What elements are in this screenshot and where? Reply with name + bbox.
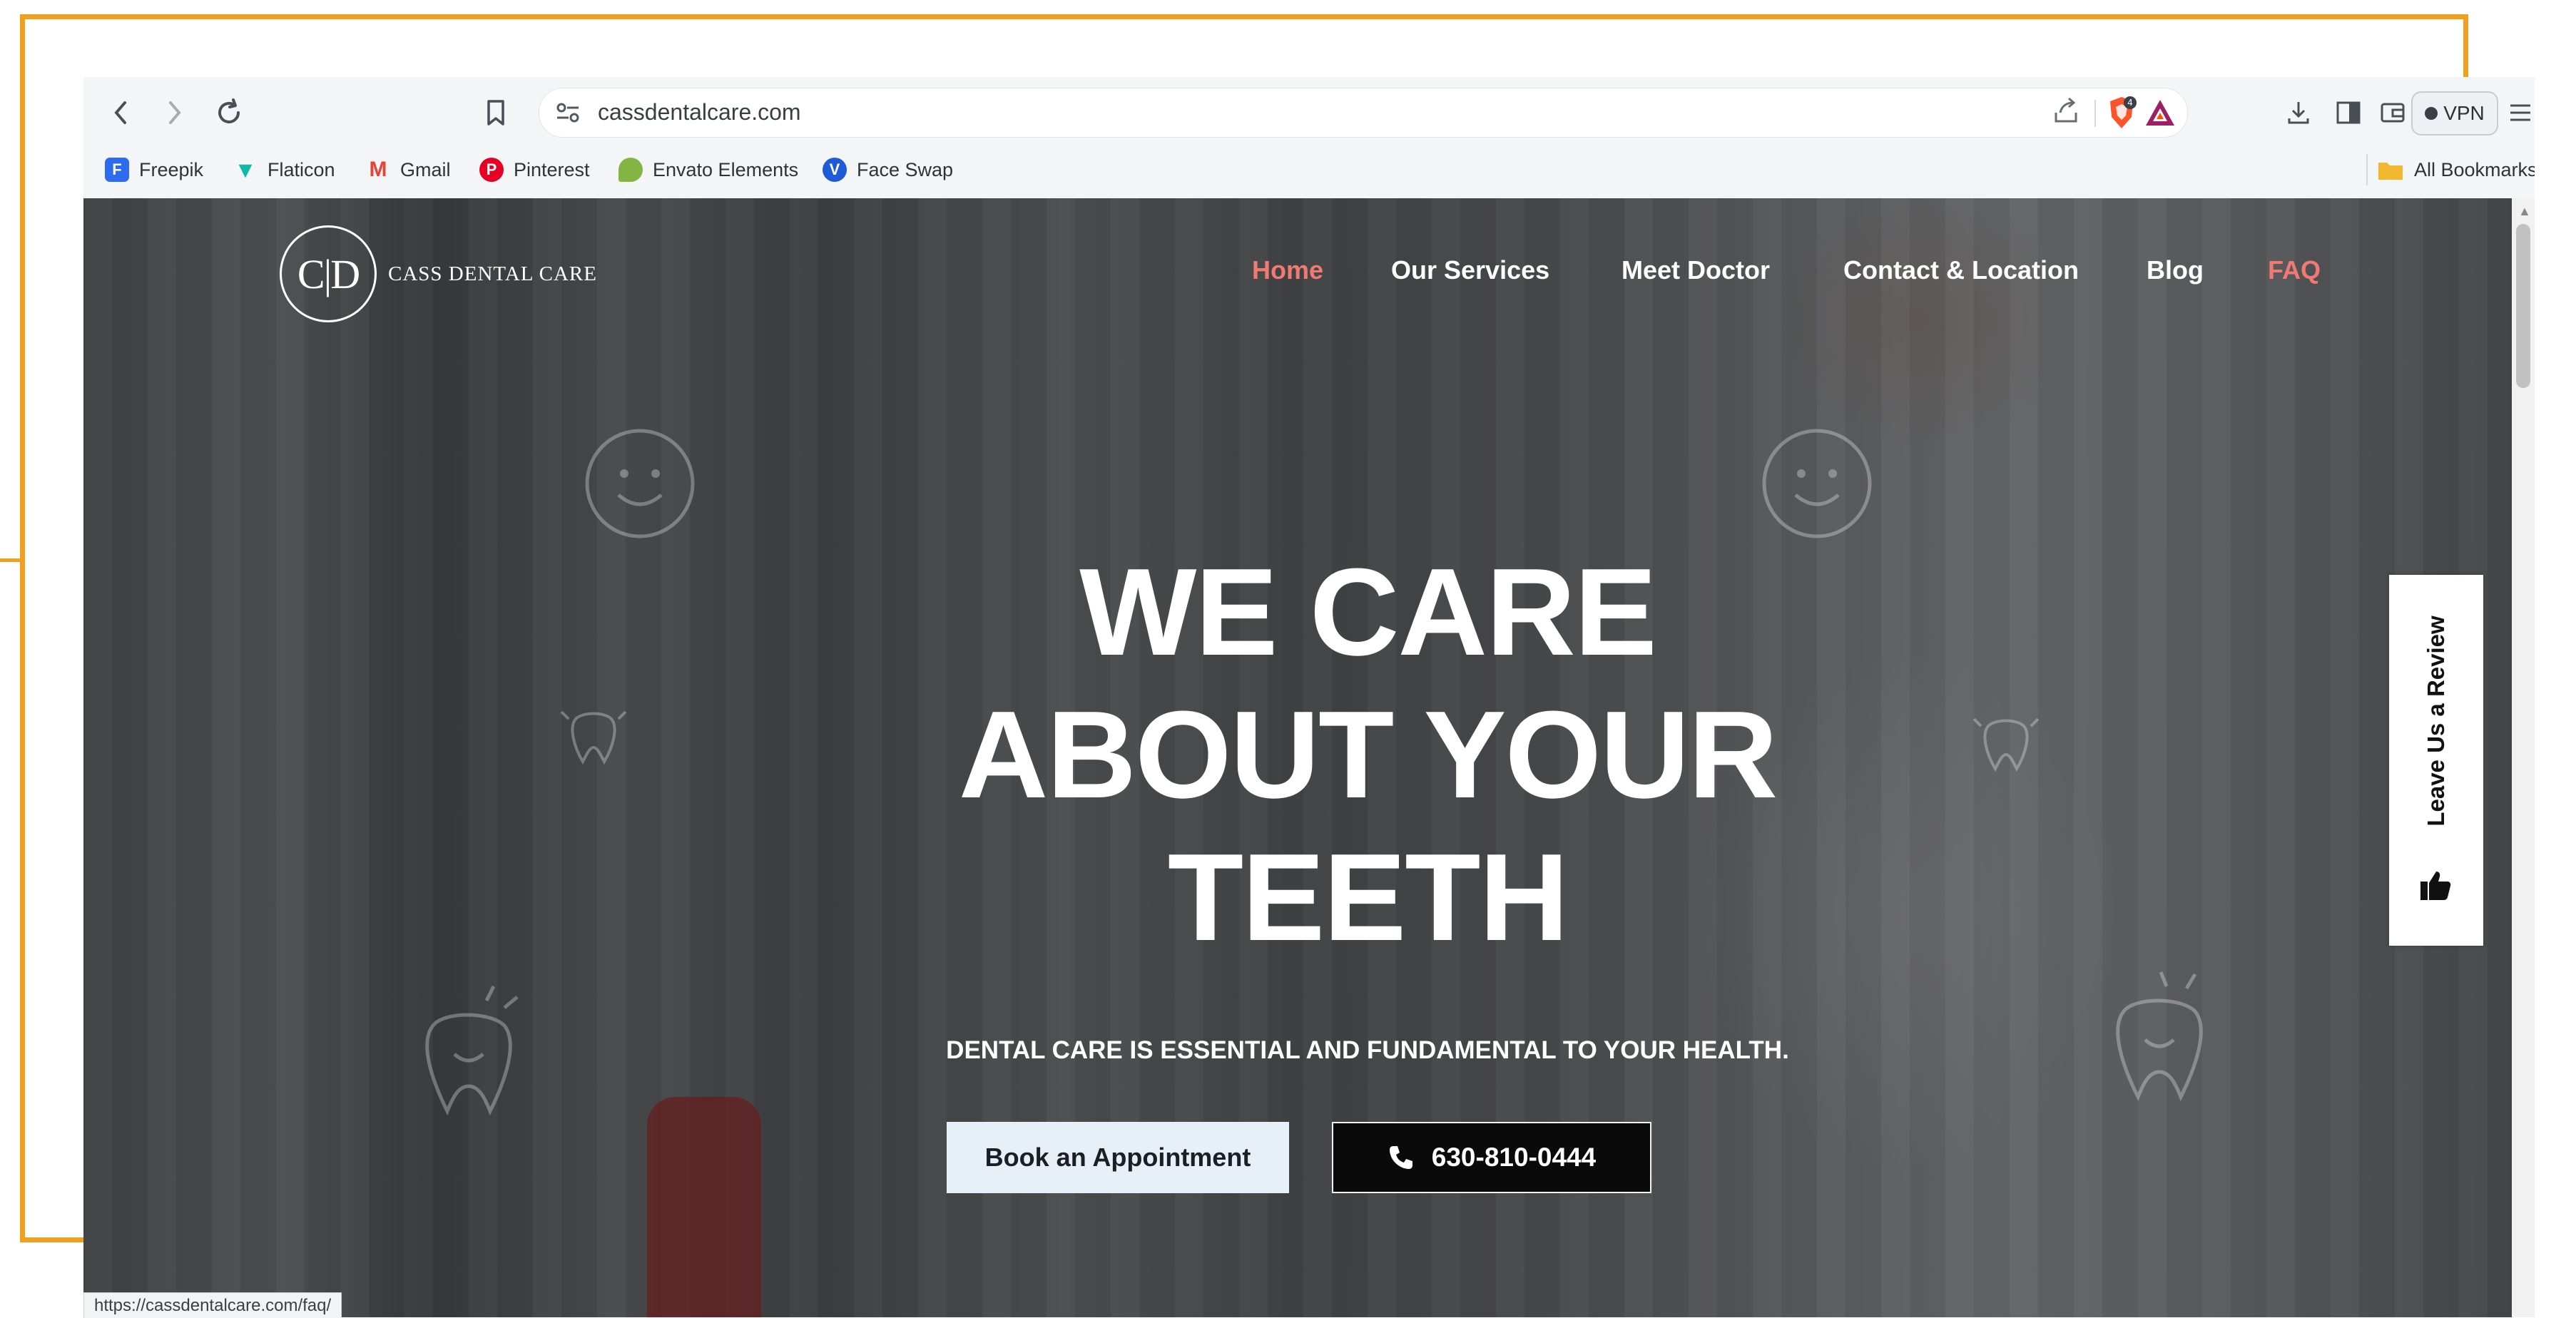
nav-faq[interactable]: FAQ [2268,255,2321,285]
main-menu-button[interactable] [2508,93,2533,133]
flaticon-icon: ▼ [234,156,257,183]
all-bookmarks-label: All Bookmarks [2414,158,2535,180]
share-icon[interactable] [2052,97,2080,132]
frame-line-right [2463,14,2468,78]
pinterest-icon: P [479,158,504,182]
all-bookmarks-button[interactable]: All Bookmarks [2377,155,2535,184]
bookmark-freepik[interactable]: F Freepik [105,155,203,184]
address-bar[interactable]: cassdentalcare.com 4 [539,88,2188,138]
wallet-icon [2381,103,2405,123]
bookmark-flaticon[interactable]: ▼ Flaticon [233,155,335,184]
bookmark-icon [487,100,504,126]
vpn-button[interactable]: VPN [2411,91,2498,136]
brave-shields-icon[interactable]: 4 [2106,96,2137,130]
reload-button[interactable] [209,93,249,133]
address-divider [2094,100,2096,127]
envato-icon [618,158,643,182]
frame-line-left [20,14,25,1242]
vpn-status-icon [2425,107,2438,120]
frame-line-stub [0,558,21,562]
scrollbar-thumb[interactable] [2516,224,2530,388]
thumbs-up-icon [2420,872,2451,900]
brave-badge: 4 [2127,98,2133,108]
gmail-icon: M [369,158,387,181]
nav-home[interactable]: Home [1252,255,1323,285]
sidebar-toggle-button[interactable] [2331,93,2366,133]
logo-name: CASS DENTAL CARE [388,262,597,285]
bookmark-label: Flaticon [268,158,335,180]
bookmark-envato[interactable]: Envato Elements [618,155,798,184]
bookmark-page-button[interactable] [476,93,516,133]
bookmarks-divider [2366,154,2368,185]
frame-line-top [20,14,2467,19]
bookmark-label: Envato Elements [653,158,799,180]
hamburger-menu-icon [2510,104,2530,121]
bookmark-label: Pinterest [514,158,590,180]
hero-headline: WE CARE ABOUT YOUR TEETH [726,541,2010,969]
hero-headline-line: ABOUT YOUR [958,685,1778,824]
hero-tagline: DENTAL CARE IS ESSENTIAL AND FUNDAMENTAL… [946,1036,1789,1064]
tooth-sparkle-doodle-icon [554,698,633,776]
wallet-button[interactable] [2376,93,2409,133]
smiley-doodle-icon [1760,426,1874,541]
download-icon [2288,102,2309,124]
nav-our-services[interactable]: Our Services [1391,255,1549,285]
back-icon [114,101,126,124]
browser-window: cassdentalcare.com 4 VPN F Freepik ▼ Fla… [83,77,2535,1317]
site-settings-icon[interactable] [554,98,582,127]
leave-review-label: Leave Us a Review [2423,615,2449,827]
bookmarks-bar: F Freepik ▼ Flaticon M Gmail P Pinterest… [83,147,2535,193]
sidebar-icon [2336,101,2361,124]
scroll-up-icon[interactable]: ▲ [2518,204,2531,219]
bookmark-face-swap[interactable]: V Face Swap [823,155,953,184]
vpn-label: VPN [2443,102,2485,124]
smiley-doodle-icon [583,426,697,541]
nav-contact-location[interactable]: Contact & Location [1843,255,2079,285]
call-phone-button[interactable]: 630-810-0444 [1332,1122,1651,1193]
browser-toolbar: cassdentalcare.com 4 VPN [83,77,2535,147]
forward-icon [169,101,181,124]
nav-blog[interactable]: Blog [2147,255,2204,285]
bookmark-label: Face Swap [857,158,954,180]
downloads-button[interactable] [2281,93,2316,133]
faceswap-icon: V [823,158,847,182]
brave-rewards-icon[interactable] [2144,97,2176,128]
phone-icon [1389,1146,1412,1169]
back-button[interactable] [101,93,141,133]
freepik-icon: F [105,158,129,182]
forward-button[interactable] [155,93,195,133]
bookmark-gmail[interactable]: M Gmail [366,155,451,184]
happy-tooth-doodle-icon [2095,969,2224,1111]
site-logo[interactable]: C|D CASS DENTAL CARE [280,225,597,322]
bookmark-pinterest[interactable]: P Pinterest [479,155,590,184]
reload-icon [218,98,240,123]
status-url-preview: https://cassdentalcare.com/faq/ [83,1292,342,1318]
bookmark-label: Freepik [139,158,204,180]
book-appointment-button[interactable]: Book an Appointment [947,1122,1289,1193]
page-scrollbar[interactable]: ▲ [2512,198,2535,1317]
phone-number-label: 630-810-0444 [1431,1143,1597,1172]
logo-mark: C|D [280,225,377,322]
frame-line-bottom [20,1237,84,1242]
hero-section: C|D CASS DENTAL CARE Home Our Services M… [83,198,2535,1317]
hero-headline-line: WE CARE [1079,542,1657,681]
nav-meet-doctor[interactable]: Meet Doctor [1622,255,1770,285]
bookmark-label: Gmail [400,158,451,180]
book-appointment-label: Book an Appointment [984,1143,1251,1172]
address-url[interactable]: cassdentalcare.com [598,99,801,126]
leave-review-tab[interactable]: Leave Us a Review [2389,575,2483,946]
hero-headline-line: TEETH [1167,827,1569,966]
folder-icon [2378,163,2403,180]
happy-tooth-doodle-icon [404,983,533,1125]
